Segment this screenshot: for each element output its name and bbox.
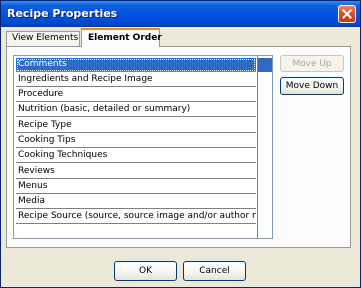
cancel-button[interactable]: Cancel [183,261,246,281]
list-item-menus[interactable]: Menus [16,180,256,194]
list-item-cooking-tips[interactable]: Cooking Tips [16,134,256,148]
move-down-button[interactable]: Move Down [280,77,344,95]
list-item-ingredients[interactable]: Ingredients and Recipe Image [16,73,256,87]
list-item-cooking-techniques[interactable]: Cooking Techniques [16,149,256,163]
tab-element-order[interactable]: Element Order [81,28,162,47]
ok-button[interactable]: OK [114,261,177,281]
list-column-divider [257,56,258,238]
move-up-button[interactable]: Move Up [280,55,344,72]
list-item-recipe-type[interactable]: Recipe Type [16,119,256,133]
close-icon [342,9,352,19]
title-bar[interactable]: Recipe Properties [1,1,360,27]
selection-extension [258,58,272,72]
list-item-recipe-source[interactable]: Recipe Source (source, source image and/… [16,210,256,224]
list-item-reviews[interactable]: Reviews [16,165,256,179]
tab-view-elements[interactable]: View Elements [6,31,80,46]
window-title: Recipe Properties [7,7,118,20]
list-item-procedure[interactable]: Procedure [16,88,256,102]
close-button[interactable] [338,5,356,23]
list-item-nutrition[interactable]: Nutrition (basic, detailed or summary) [16,103,256,117]
list-item-comments[interactable]: Comments [16,58,256,72]
list-item-media[interactable]: Media [16,195,256,209]
element-order-list[interactable]: Comments Ingredients and Recipe Image Pr… [13,55,273,239]
